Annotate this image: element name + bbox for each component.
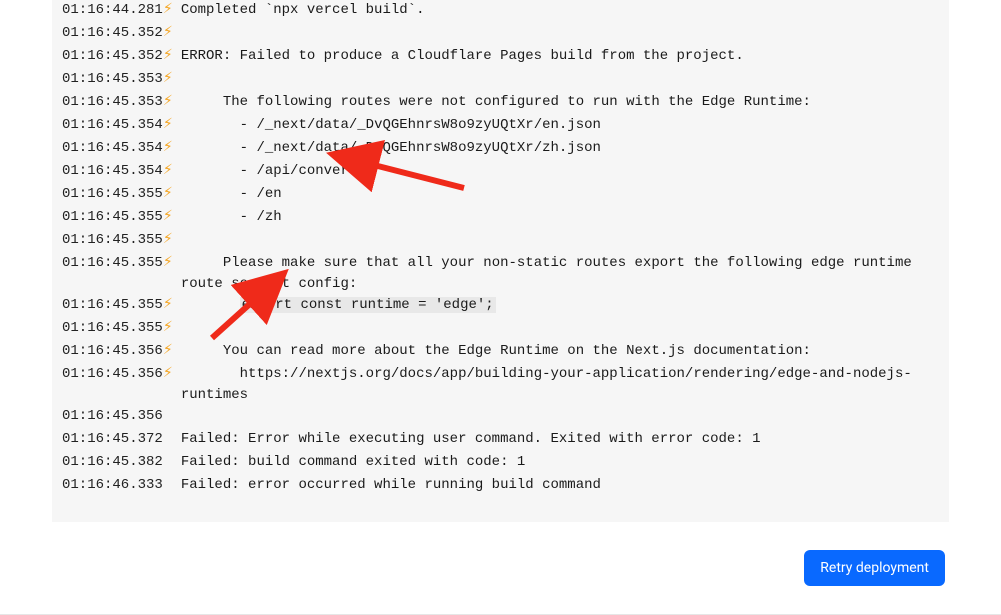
lightning-icon: ⚡︎ — [163, 341, 181, 362]
log-message: - /en — [181, 184, 929, 205]
log-message: ERROR: Failed to produce a Cloudflare Pa… — [181, 46, 929, 67]
log-timestamp: 01:16:45.354 — [62, 161, 163, 182]
log-timestamp: 01:16:45.355 — [62, 184, 163, 205]
log-line: 01:16:45.355⚡︎ - /en — [62, 184, 929, 207]
log-line: 01:16:45.372 Failed: Error while executin… — [62, 429, 929, 452]
lightning-icon: ⚡︎ — [163, 184, 181, 205]
log-timestamp: 01:16:45.356 — [62, 364, 163, 385]
log-timestamp: 01:16:45.355 — [62, 207, 163, 228]
lightning-icon: ⚡︎ — [163, 115, 181, 136]
lightning-icon: ⚡︎ — [163, 230, 181, 251]
log-message: - /api/convert — [181, 161, 929, 182]
log-message: Failed: Error while executing user comma… — [181, 429, 929, 450]
log-timestamp: 01:16:45.354 — [62, 138, 163, 159]
log-timestamp: 01:16:45.382 — [62, 452, 163, 473]
log-timestamp: 01:16:45.356 — [62, 341, 163, 362]
log-line: 01:16:45.353⚡︎ The following routes were… — [62, 92, 929, 115]
lightning-icon: ⚡︎ — [163, 364, 181, 385]
log-timestamp: 01:16:45.352 — [62, 23, 163, 44]
code-highlight: export const runtime = 'edge'; — [240, 297, 496, 313]
log-timestamp: 01:16:45.355 — [62, 318, 163, 339]
lightning-icon: ⚡︎ — [163, 69, 181, 90]
log-timestamp: 01:16:44.281 — [62, 0, 163, 21]
log-line: 01:16:45.355⚡︎ export const runtime = 'e… — [62, 295, 929, 318]
log-message: Completed `npx vercel build`. — [181, 0, 929, 21]
lightning-icon: ⚡︎ — [163, 138, 181, 159]
log-message: - /_next/data/_DvQGEhnrsW8o9zyUQtXr/en.j… — [181, 115, 929, 136]
lightning-icon: ⚡︎ — [163, 295, 181, 316]
log-timestamp: 01:16:45.356 — [62, 406, 163, 427]
log-line: 01:16:45.355⚡︎ - /zh — [62, 207, 929, 230]
log-line: 01:16:45.354⚡︎ - /_next/data/_DvQGEhnrsW… — [62, 115, 929, 138]
log-timestamp: 01:16:45.353 — [62, 69, 163, 90]
build-log-panel[interactable]: 01:16:44.281⚡︎Completed `npx vercel buil… — [52, 0, 949, 522]
log-timestamp: 01:16:45.354 — [62, 115, 163, 136]
lightning-icon: ⚡︎ — [163, 46, 181, 67]
lightning-icon: ⚡︎ — [163, 207, 181, 228]
log-line: 01:16:46.333 Failed: error occurred while… — [62, 475, 929, 498]
log-message: You can read more about the Edge Runtime… — [181, 341, 929, 362]
log-line: 01:16:45.355⚡︎ Please make sure that all… — [62, 253, 929, 295]
log-message: - /_next/data/_DvQGEhnrsW8o9zyUQtXr/zh.j… — [181, 138, 929, 159]
log-line: 01:16:45.356 — [62, 406, 929, 429]
log-line: 01:16:45.352⚡︎ — [62, 23, 929, 46]
log-line: 01:16:45.356⚡︎ You can read more about t… — [62, 341, 929, 364]
retry-deployment-button[interactable]: Retry deployment — [804, 550, 945, 586]
log-line: 01:16:45.354⚡︎ - /api/convert — [62, 161, 929, 184]
lightning-icon: ⚡︎ — [163, 92, 181, 113]
lightning-icon: ⚡︎ — [163, 0, 181, 21]
lightning-icon: ⚡︎ — [163, 318, 181, 339]
lightning-icon: ⚡︎ — [163, 23, 181, 44]
log-message: The following routes were not configured… — [181, 92, 929, 113]
log-timestamp: 01:16:45.355 — [62, 253, 163, 274]
log-message: Failed: build command exited with code: … — [181, 452, 929, 473]
log-line: 01:16:45.355⚡︎ — [62, 230, 929, 253]
log-message: Failed: error occurred while running bui… — [181, 475, 929, 496]
log-message: Please make sure that all your non-stati… — [181, 253, 929, 295]
log-line: 01:16:45.353⚡︎ — [62, 69, 929, 92]
log-timestamp: 01:16:45.355 — [62, 295, 163, 316]
log-line: 01:16:45.356⚡︎ https://nextjs.org/docs/a… — [62, 364, 929, 406]
log-message: export const runtime = 'edge'; — [181, 295, 929, 316]
log-line: 01:16:45.355⚡︎ — [62, 318, 929, 341]
log-line: 01:16:44.281⚡︎Completed `npx vercel buil… — [62, 0, 929, 23]
log-timestamp: 01:16:46.333 — [62, 475, 163, 496]
log-message: - /zh — [181, 207, 929, 228]
lightning-icon: ⚡︎ — [163, 161, 181, 182]
actions-bar: Retry deployment — [0, 522, 1001, 614]
log-timestamp: 01:16:45.352 — [62, 46, 163, 67]
log-line: 01:16:45.382 Failed: build command exited… — [62, 452, 929, 475]
log-line: 01:16:45.352⚡︎ERROR: Failed to produce a… — [62, 46, 929, 69]
log-timestamp: 01:16:45.372 — [62, 429, 163, 450]
lightning-icon: ⚡︎ — [163, 253, 181, 274]
log-timestamp: 01:16:45.355 — [62, 230, 163, 251]
log-timestamp: 01:16:45.353 — [62, 92, 163, 113]
log-message: https://nextjs.org/docs/app/building-you… — [181, 364, 929, 406]
log-line: 01:16:45.354⚡︎ - /_next/data/_DvQGEhnrsW… — [62, 138, 929, 161]
